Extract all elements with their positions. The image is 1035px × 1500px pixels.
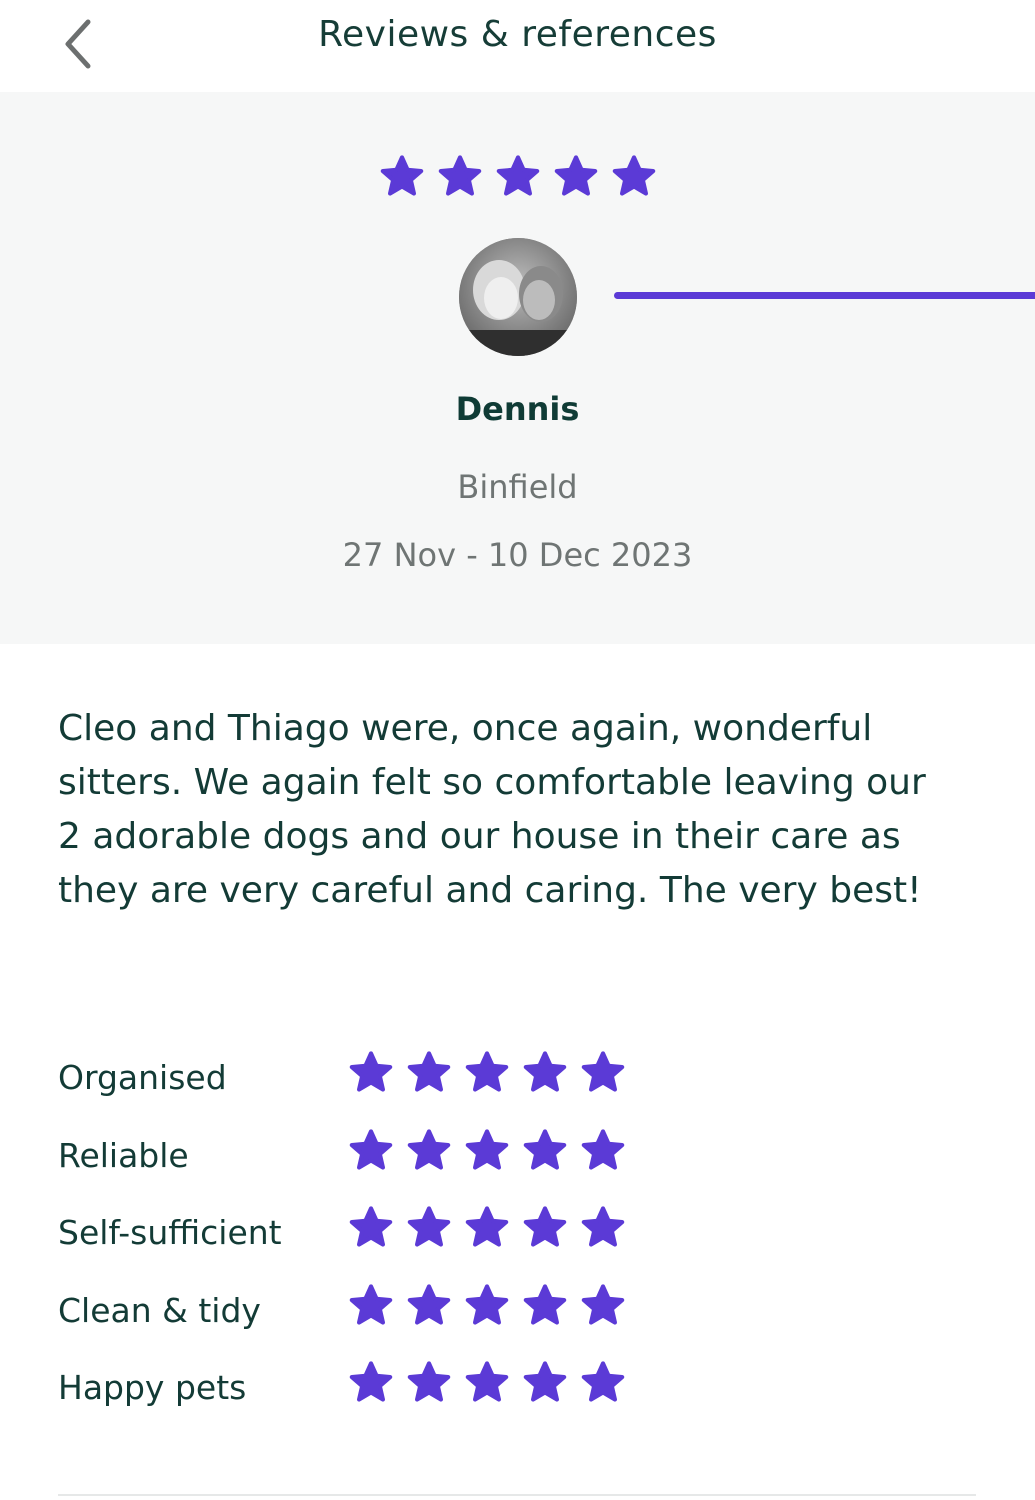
rating-row: Self-sufficient <box>58 1205 958 1283</box>
rating-stars <box>348 1360 626 1406</box>
top-bar: Reviews & references <box>0 0 1035 92</box>
divider <box>58 1494 976 1496</box>
star-icon <box>522 1360 568 1406</box>
star-icon <box>522 1050 568 1096</box>
rating-label: Self-sufficient <box>58 1213 282 1252</box>
rating-stars <box>348 1205 626 1251</box>
star-icon <box>406 1128 452 1174</box>
star-icon <box>406 1283 452 1329</box>
star-icon <box>437 154 483 200</box>
overall-rating-stars <box>0 154 1035 200</box>
sit-dates: 27 Nov - 10 Dec 2023 <box>342 536 693 574</box>
carousel-progress-indicator <box>614 292 1035 299</box>
rating-stars <box>348 1283 626 1329</box>
reviewer-name: Dennis <box>455 390 580 428</box>
review-header-card: Dennis Binfield 27 Nov - 10 Dec 2023 <box>0 92 1035 644</box>
star-icon <box>464 1050 510 1096</box>
rating-stars <box>348 1128 626 1174</box>
star-icon <box>406 1360 452 1406</box>
star-icon <box>611 154 657 200</box>
rating-stars <box>348 1050 626 1096</box>
page-title: Reviews & references <box>318 14 717 55</box>
avatar[interactable] <box>459 238 577 356</box>
star-icon <box>464 1205 510 1251</box>
star-icon <box>464 1360 510 1406</box>
star-icon <box>522 1283 568 1329</box>
star-icon <box>406 1205 452 1251</box>
star-icon <box>522 1128 568 1174</box>
star-icon <box>580 1205 626 1251</box>
rating-label: Happy pets <box>58 1368 247 1407</box>
star-icon <box>495 154 541 200</box>
star-icon <box>348 1128 394 1174</box>
star-icon <box>379 154 425 200</box>
star-icon <box>348 1050 394 1096</box>
rating-label: Clean & tidy <box>58 1290 261 1330</box>
star-icon <box>348 1205 394 1251</box>
star-icon <box>580 1360 626 1406</box>
star-icon <box>553 154 599 200</box>
reviewer-photo <box>459 238 577 356</box>
star-icon <box>580 1050 626 1096</box>
reviewer-location: Binfield <box>457 468 578 506</box>
rating-row: Organised <box>58 1050 958 1128</box>
star-icon <box>464 1283 510 1329</box>
category-ratings: Organised Reliable Self-sufficient Clean & … <box>58 1050 958 1438</box>
rating-row: Reliable <box>58 1128 958 1206</box>
review-text: Cleo and Thiago were, once again, wonder… <box>58 708 926 911</box>
star-icon <box>580 1128 626 1174</box>
rating-label: Organised <box>58 1058 227 1097</box>
star-icon <box>522 1205 568 1251</box>
rating-row: Clean & tidy <box>58 1283 958 1361</box>
star-icon <box>464 1128 510 1174</box>
star-icon <box>580 1283 626 1329</box>
rating-label: Reliable <box>58 1135 189 1175</box>
star-icon <box>406 1050 452 1096</box>
rating-row: Happy pets <box>58 1360 958 1438</box>
star-icon <box>348 1283 394 1329</box>
star-icon <box>348 1360 394 1406</box>
